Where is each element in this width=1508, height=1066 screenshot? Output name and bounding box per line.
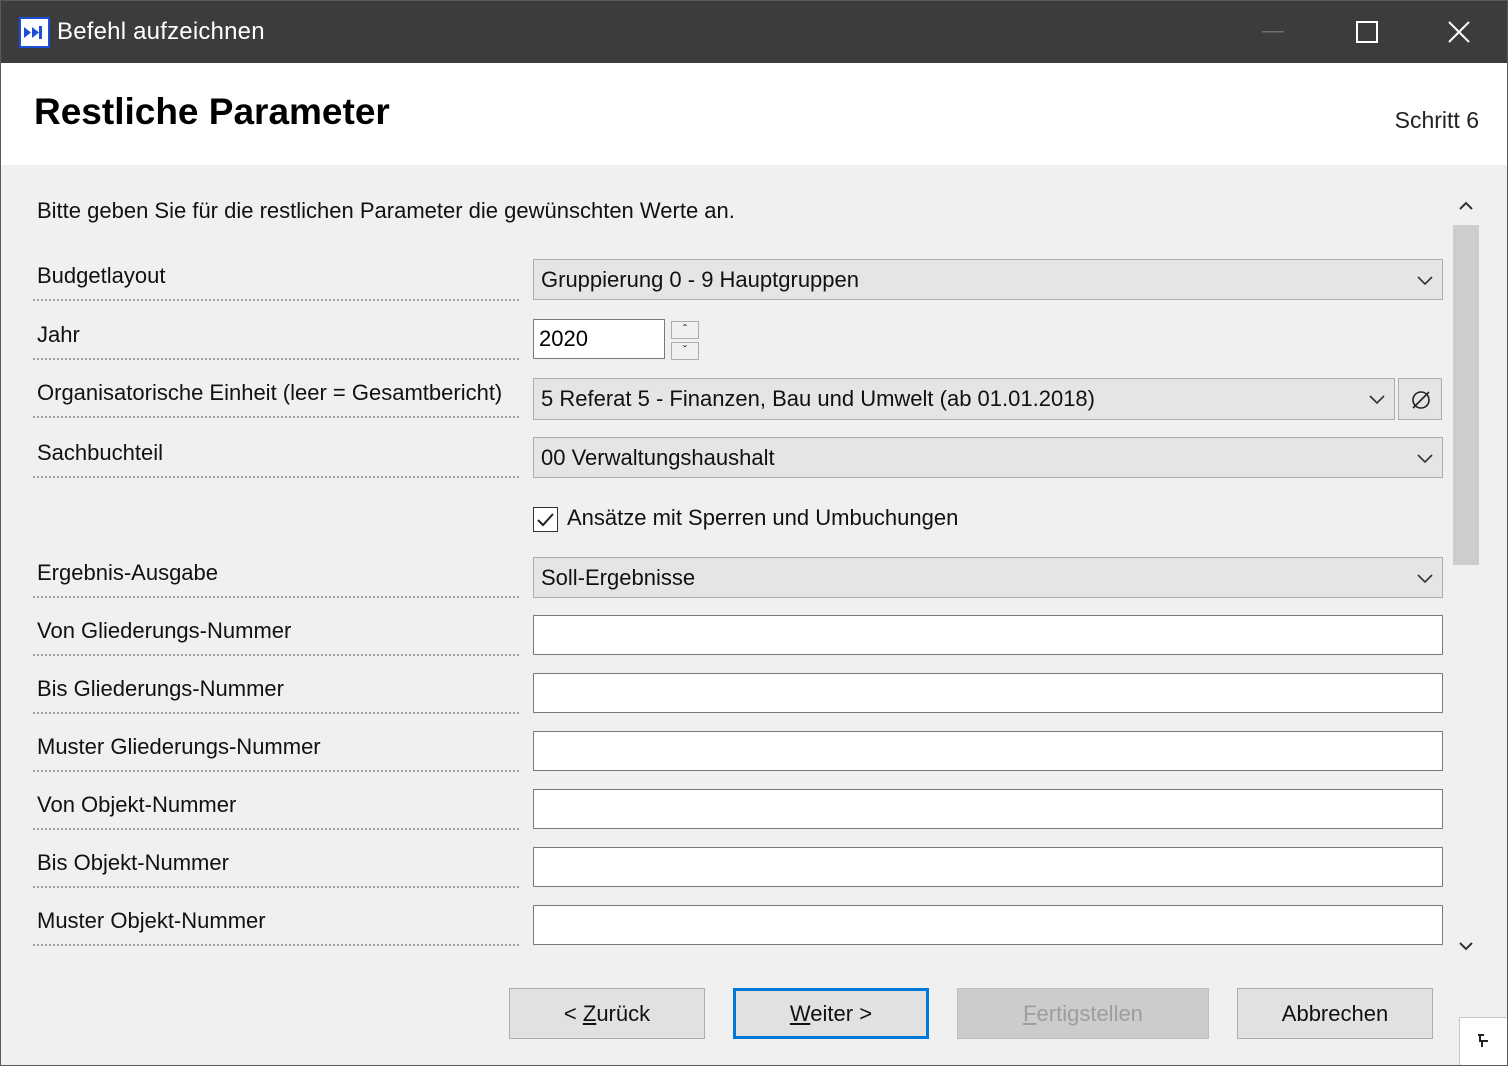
clear-org-einheit-button[interactable] (1398, 378, 1442, 420)
finish-button[interactable]: Fertigstellen (957, 988, 1209, 1039)
finish-button-label: ertigstellen (1036, 1001, 1143, 1026)
ansaetze-checkbox[interactable] (533, 507, 558, 532)
org-einheit-value: 5 Referat 5 - Finanzen, Bau und Umwelt (… (541, 386, 1095, 411)
back-button[interactable]: < Zurück (509, 988, 705, 1039)
budgetlayout-dropdown[interactable]: Gruppierung 0 - 9 Hauptgruppen (533, 259, 1443, 300)
finish-button-accesskey: F (1023, 1001, 1037, 1026)
org-einheit-dropdown[interactable]: 5 Referat 5 - Finanzen, Bau und Umwelt (… (533, 378, 1395, 420)
title-bar[interactable]: Befehl aufzeichnen (1, 1, 1507, 63)
next-button[interactable]: Weiter > (733, 988, 929, 1039)
dialog-window: Befehl aufzeichnen Restliche Parameter S… (0, 0, 1508, 1066)
empty-set-icon (1412, 391, 1430, 409)
muster-gliederung-label: Muster Gliederungs-Nummer (33, 732, 519, 772)
bis-objekt-input[interactable] (533, 847, 1443, 887)
sachbuchteil-value: 00 Verwaltungshaushalt (541, 445, 775, 470)
parameter-panel: Bitte geben Sie für die restlichen Param… (1, 165, 1507, 965)
maximize-icon (1356, 21, 1378, 43)
vertical-scrollbar[interactable] (1449, 189, 1483, 963)
close-button[interactable] (1413, 1, 1505, 63)
minimize-icon (1262, 31, 1284, 33)
ergebnis-ausgabe-label: Ergebnis-Ausgabe (33, 558, 519, 598)
close-icon (1448, 21, 1470, 43)
next-button-label: eiter > (810, 1001, 873, 1026)
next-button-accesskey: W (789, 1001, 811, 1026)
pin-icon (1478, 1034, 1488, 1047)
wizard-header: Restliche Parameter Schritt 6 (1, 63, 1507, 165)
chevron-down-icon (1459, 942, 1473, 951)
page-title: Restliche Parameter (34, 91, 390, 132)
back-button-accesskey: Z (582, 1001, 597, 1026)
jahr-label: Jahr (33, 320, 519, 360)
muster-gliederung-input[interactable] (533, 731, 1443, 771)
budgetlayout-label: Budgetlayout (33, 261, 519, 301)
von-objekt-input[interactable] (533, 789, 1443, 829)
minimize-button[interactable] (1227, 1, 1319, 63)
resize-grip[interactable] (1459, 1017, 1507, 1065)
org-einheit-label: Organisatorische Einheit (leer = Gesamtb… (33, 378, 519, 418)
chevron-up-icon (1459, 201, 1473, 210)
ergebnis-ausgabe-value: Soll-Ergebnisse (541, 565, 696, 590)
chevron-down-icon (1417, 454, 1433, 464)
muster-objekt-label: Muster Objekt-Nummer (33, 906, 519, 946)
von-gliederung-input[interactable] (533, 615, 1443, 655)
scroll-thumb[interactable] (1453, 225, 1479, 565)
maximize-button[interactable] (1321, 1, 1413, 63)
checkmark-icon (537, 513, 554, 527)
muster-objekt-input[interactable] (533, 905, 1443, 945)
back-button-label: urück (596, 1001, 651, 1026)
scroll-up-button[interactable] (1449, 189, 1483, 223)
bis-objekt-label: Bis Objekt-Nummer (33, 848, 519, 888)
jahr-input[interactable]: 2020 (533, 319, 665, 359)
sachbuchteil-dropdown[interactable]: 00 Verwaltungshaushalt (533, 437, 1443, 478)
cancel-button[interactable]: Abbrechen (1237, 988, 1433, 1039)
step-label: Schritt 6 (1394, 107, 1479, 133)
von-gliederung-label: Von Gliederungs-Nummer (33, 616, 519, 656)
ergebnis-ausgabe-dropdown[interactable]: Soll-Ergebnisse (533, 557, 1443, 598)
window-title: Befehl aufzeichnen (57, 18, 265, 45)
chevron-down-icon (1417, 276, 1433, 286)
sachbuchteil-label: Sachbuchteil (33, 438, 519, 478)
von-objekt-label: Von Objekt-Nummer (33, 790, 519, 830)
chevron-down-icon (1369, 395, 1385, 405)
back-button-prefix: < (563, 1001, 583, 1026)
ansaetze-checkbox-label[interactable]: Ansätze mit Sperren und Umbuchungen (567, 505, 958, 531)
bis-gliederung-input[interactable] (533, 673, 1443, 713)
jahr-spin-up[interactable]: ˆ (671, 321, 699, 339)
double-arrow-icon (19, 17, 50, 48)
intro-text: Bitte geben Sie für die restlichen Param… (37, 198, 735, 223)
bis-gliederung-label: Bis Gliederungs-Nummer (33, 674, 519, 714)
scroll-down-button[interactable] (1449, 929, 1483, 963)
chevron-down-icon (1417, 574, 1433, 584)
budgetlayout-value: Gruppierung 0 - 9 Hauptgruppen (541, 267, 859, 292)
jahr-spin-down[interactable]: ˇ (671, 342, 699, 360)
